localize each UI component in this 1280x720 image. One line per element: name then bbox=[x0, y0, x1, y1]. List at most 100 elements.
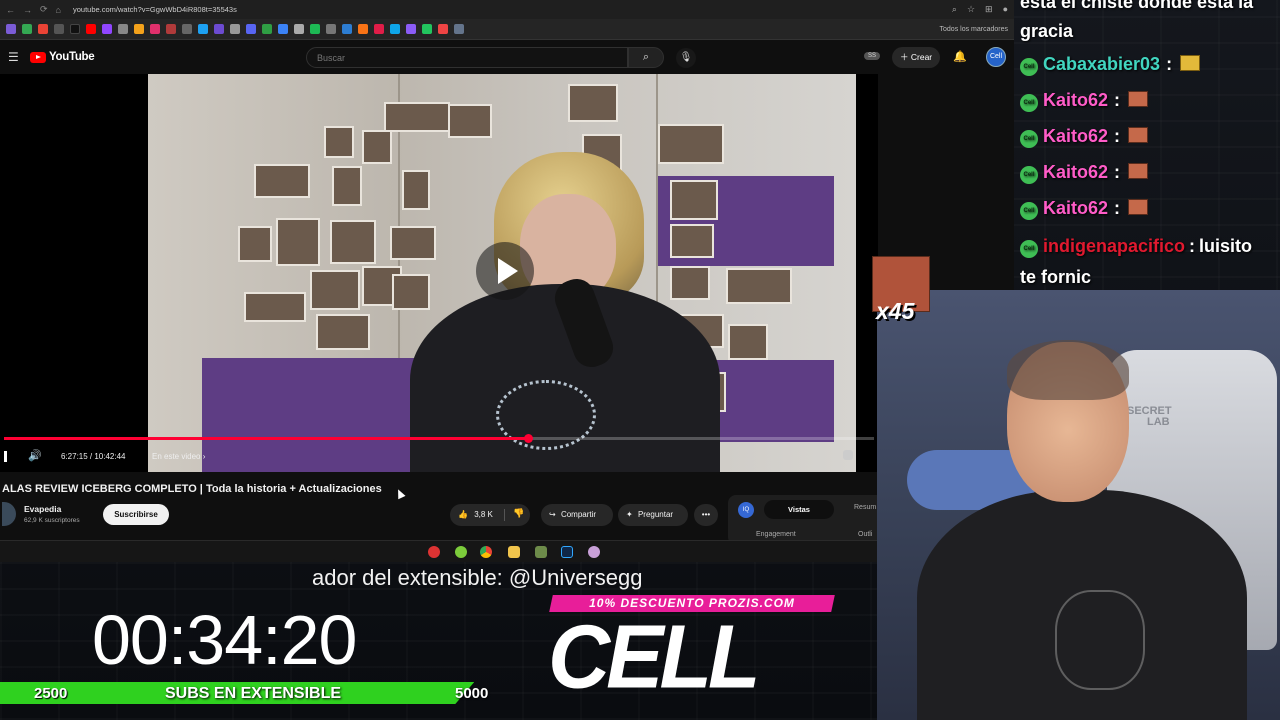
chrome-icon[interactable] bbox=[480, 546, 492, 558]
chat-separator: : bbox=[1114, 198, 1121, 218]
face-emote bbox=[1128, 163, 1149, 179]
subscriber-badge-icon: Cell bbox=[1020, 202, 1038, 220]
wall-photo bbox=[332, 166, 362, 206]
bookmark-icon[interactable] bbox=[422, 24, 432, 34]
wall-photo bbox=[658, 124, 724, 164]
x-icon[interactable] bbox=[54, 24, 64, 34]
wall-photo bbox=[244, 292, 306, 322]
bookmarks-bar: Todos los marcadores bbox=[0, 19, 1014, 40]
bookmark-icon[interactable] bbox=[214, 24, 224, 34]
bookmark-icon[interactable] bbox=[454, 24, 464, 34]
channel-avatar[interactable] bbox=[2, 502, 16, 526]
extension-logo-icon[interactable]: IQ bbox=[738, 502, 754, 518]
all-bookmarks-folder[interactable]: Todos los marcadores bbox=[940, 26, 1008, 33]
profile-icon[interactable]: ● bbox=[1003, 4, 1008, 15]
folder-icon[interactable] bbox=[508, 546, 520, 558]
video-player[interactable]: 🔊 6:27:15 / 10:42:44 En este video › bbox=[0, 74, 878, 472]
reload-icon[interactable]: ⟳ bbox=[40, 4, 48, 15]
home-icon[interactable]: ⌂ bbox=[56, 5, 61, 15]
taskbar-app-icon[interactable] bbox=[535, 546, 547, 558]
more-actions-button[interactable]: ••• bbox=[694, 504, 718, 526]
back-icon[interactable]: ← bbox=[6, 5, 15, 15]
spotify-icon[interactable] bbox=[310, 24, 320, 34]
taskbar-app-icon[interactable] bbox=[455, 546, 467, 558]
notifications-bell-icon[interactable]: 🔔 bbox=[953, 50, 967, 63]
youtube-logo[interactable]: YouTube bbox=[30, 51, 95, 63]
chat-message-text: luisito bbox=[1199, 236, 1253, 256]
bookmark-icon[interactable] bbox=[342, 24, 352, 34]
menu-icon[interactable]: ☰ bbox=[8, 50, 30, 64]
zoom-icon[interactable]: ⌕ bbox=[952, 4, 957, 15]
bookmark-icon[interactable] bbox=[262, 24, 272, 34]
progress-bar[interactable] bbox=[4, 434, 874, 443]
bookmark-icon[interactable] bbox=[390, 24, 400, 34]
bookmark-icon[interactable] bbox=[358, 24, 368, 34]
twitch-icon[interactable] bbox=[102, 24, 112, 34]
star-icon[interactable]: ☆ bbox=[967, 4, 975, 15]
chat-separator: : bbox=[1166, 54, 1173, 74]
subscriber-badge-icon: Cell bbox=[1020, 240, 1038, 258]
tiktok-icon[interactable] bbox=[70, 24, 80, 34]
forward-icon[interactable]: → bbox=[23, 5, 32, 15]
bookmark-icon[interactable] bbox=[294, 24, 304, 34]
channel-name[interactable]: Evapedia bbox=[24, 504, 61, 514]
youtube-logo-text: YouTube bbox=[49, 51, 95, 63]
more-icon: ••• bbox=[701, 510, 711, 519]
create-button[interactable]: ＋ Crear bbox=[892, 47, 941, 68]
bookmark-icon[interactable] bbox=[134, 24, 144, 34]
chapter-button[interactable]: En este video › bbox=[152, 452, 205, 461]
account-avatar[interactable]: Cell bbox=[986, 47, 1006, 67]
chat-message: Cell Kaito62: bbox=[1020, 126, 1149, 148]
bookmark-icon[interactable] bbox=[166, 24, 176, 34]
bookmark-icon[interactable] bbox=[406, 24, 416, 34]
progress-scrubber[interactable] bbox=[523, 434, 533, 443]
chat-username: Kaito62 bbox=[1043, 90, 1109, 110]
volume-icon[interactable]: 🔊 bbox=[28, 449, 42, 462]
taskbar-app-icon[interactable] bbox=[428, 546, 440, 558]
chat-message: Cell Cabaxabier03: bbox=[1020, 54, 1201, 76]
play-button-icon[interactable] bbox=[476, 242, 534, 300]
extension-badge[interactable]: SS bbox=[864, 52, 881, 60]
time-display: 6:27:15 / 10:42:44 bbox=[61, 452, 126, 461]
goal-end-value: 5000 bbox=[455, 685, 489, 702]
subscribe-button[interactable]: Suscribirse bbox=[103, 504, 169, 525]
url-field[interactable]: youtube.com/watch?v=GgwWbD4iR808t=35543s bbox=[69, 5, 829, 14]
pause-icon[interactable] bbox=[4, 451, 7, 462]
bookmark-icon[interactable] bbox=[278, 24, 288, 34]
thumbs-down-icon[interactable]: 👎 bbox=[513, 508, 524, 519]
youtube-bookmark-icon[interactable] bbox=[86, 24, 96, 34]
bookmark-icon[interactable] bbox=[118, 24, 128, 34]
streamer-brand-logo: CELL bbox=[548, 606, 761, 708]
ask-button[interactable]: ✦ Preguntar bbox=[618, 504, 688, 526]
bookmark-icon[interactable] bbox=[182, 24, 192, 34]
gmail-icon[interactable] bbox=[38, 24, 48, 34]
bookmark-icon[interactable] bbox=[6, 24, 16, 34]
subtitles-icon[interactable] bbox=[843, 450, 853, 460]
subathon-timer: 00:34:20 bbox=[92, 601, 357, 679]
wall-photo bbox=[384, 102, 450, 132]
chat-separator: : bbox=[1189, 236, 1196, 256]
ticker-bar: ador del extensible: @Universegg bbox=[0, 564, 870, 592]
bookmark-icon[interactable] bbox=[326, 24, 336, 34]
photoshop-icon[interactable] bbox=[561, 546, 573, 558]
bookmark-icon[interactable] bbox=[198, 24, 208, 34]
tab-vistas[interactable]: Vistas bbox=[764, 500, 834, 519]
discord-icon[interactable] bbox=[246, 24, 256, 34]
instagram-icon[interactable] bbox=[150, 24, 160, 34]
search-button[interactable]: ⌕ bbox=[628, 47, 664, 68]
bookmark-icon[interactable] bbox=[230, 24, 240, 34]
engagement-label: Engagement bbox=[756, 531, 796, 538]
wall-photo bbox=[238, 226, 272, 262]
taskbar bbox=[0, 540, 1014, 562]
gold-emote bbox=[1180, 55, 1201, 71]
search-input[interactable]: Buscar bbox=[306, 47, 628, 68]
bookmark-icon[interactable] bbox=[438, 24, 448, 34]
voice-search-button[interactable]: 🎙 bbox=[676, 48, 696, 68]
bookmark-icon[interactable] bbox=[374, 24, 384, 34]
taskbar-app-icon[interactable] bbox=[588, 546, 600, 558]
extensions-icon[interactable]: ⊞ bbox=[985, 4, 993, 15]
share-button[interactable]: ↪ Compartir bbox=[541, 504, 613, 526]
sparkle-icon: ✦ bbox=[626, 510, 633, 519]
bookmark-icon[interactable] bbox=[22, 24, 32, 34]
tab-resumen[interactable]: Resum bbox=[854, 504, 876, 511]
